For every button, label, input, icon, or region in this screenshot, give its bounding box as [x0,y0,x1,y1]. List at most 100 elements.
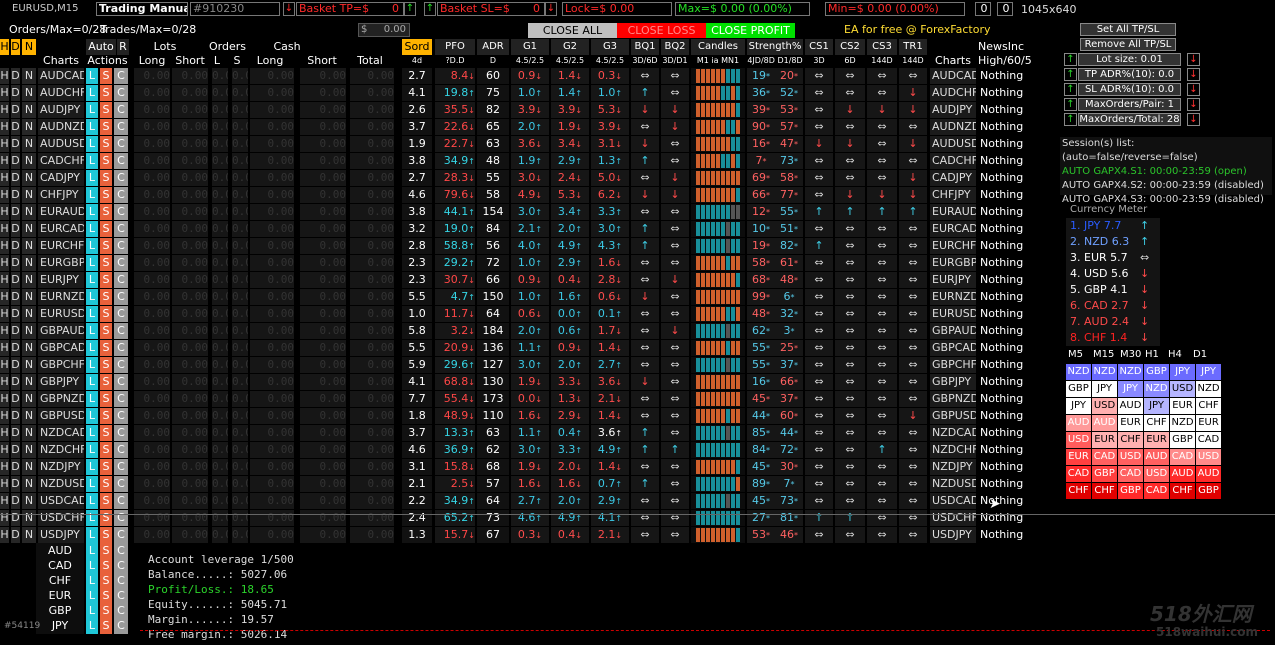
currency-sell-button[interactable]: S [100,603,112,619]
buy-button[interactable]: L [86,102,98,118]
chart-d-button[interactable]: D [11,221,20,237]
currency-sell-button[interactable]: S [100,543,112,559]
close-button[interactable]: C [114,391,128,407]
pair-chart-link-right[interactable]: GBPNZD [930,391,976,407]
close-button[interactable]: C [114,68,128,84]
close-button[interactable]: C [114,493,128,509]
pair-chart-link[interactable]: EURAUD [38,204,84,220]
chart-d-button[interactable]: D [11,289,20,305]
buy-button[interactable]: L [86,459,98,475]
lot-down-icon[interactable]: ↓ [1187,53,1200,66]
chart-n-button[interactable]: N [22,289,36,305]
close-button[interactable]: C [114,459,128,475]
pair-chart-link[interactable]: AUDJPY [38,102,84,118]
buy-button[interactable]: L [86,527,98,543]
chart-n-button[interactable]: N [22,476,36,492]
header-n[interactable]: N [22,39,36,55]
buy-button[interactable]: L [86,85,98,101]
buy-button[interactable]: L [86,323,98,339]
lot-up-icon[interactable]: ↑ [1064,53,1077,66]
chart-n-button[interactable]: N [22,119,36,135]
maxpair-up-icon[interactable]: ↑ [1064,98,1077,111]
buy-button[interactable]: L [86,153,98,169]
chart-n-button[interactable]: N [22,357,36,373]
chart-h-button[interactable]: H [0,170,9,186]
sell-button[interactable]: S [100,374,112,390]
maxtotal-up-icon[interactable]: ↑ [1064,113,1077,126]
maxtotal-down-icon[interactable]: ↓ [1187,113,1200,126]
chart-d-button[interactable]: D [11,408,20,424]
pair-chart-link[interactable]: AUDCAD [38,68,84,84]
basket-tp-down-icon[interactable]: ↓ [283,2,295,16]
chart-n-button[interactable]: N [22,374,36,390]
chart-n-button[interactable]: N [22,510,36,526]
max-orders-total-field[interactable]: MaxOrders/Total: 28 [1078,113,1181,126]
buy-button[interactable]: L [86,357,98,373]
close-button[interactable]: C [114,425,128,441]
chart-d-button[interactable]: D [11,255,20,271]
pair-chart-link[interactable]: GBPJPY [38,374,84,390]
close-button[interactable]: C [114,221,128,237]
chart-h-button[interactable]: H [0,340,9,356]
pair-chart-link[interactable]: GBPUSD [38,408,84,424]
pair-chart-link-right[interactable]: CHFJPY [930,187,976,203]
tp-down-icon[interactable]: ↓ [1187,68,1200,81]
pair-chart-link[interactable]: EURCAD [38,221,84,237]
chart-n-button[interactable]: N [22,238,36,254]
buy-button[interactable]: L [86,306,98,322]
chart-h-button[interactable]: H [0,306,9,322]
chart-n-button[interactable]: N [22,68,36,84]
remove-all-tp-sl-button[interactable]: Remove All TP/SL [1080,38,1176,51]
sell-button[interactable]: S [100,153,112,169]
chart-n-button[interactable]: N [22,493,36,509]
tp-adr-field[interactable]: TP ADR%(10): 0.0 [1078,68,1181,81]
sell-button[interactable]: S [100,221,112,237]
sell-button[interactable]: S [100,527,112,543]
sell-button[interactable]: S [100,391,112,407]
buy-button[interactable]: L [86,204,98,220]
pair-chart-link-right[interactable]: AUDUSD [930,136,976,152]
buy-button[interactable]: L [86,187,98,203]
chart-d-button[interactable]: D [11,357,20,373]
pair-chart-link[interactable]: EURUSD [38,306,84,322]
sell-button[interactable]: S [100,357,112,373]
lot-size-field[interactable]: Lot size: 0.01 [1078,53,1181,66]
sell-button[interactable]: S [100,136,112,152]
close-button[interactable]: C [114,187,128,203]
chart-h-button[interactable]: H [0,68,9,84]
chart-d-button[interactable]: D [11,459,20,475]
chart-d-button[interactable]: D [11,272,20,288]
pair-chart-link-right[interactable]: GBPUSD [930,408,976,424]
pair-chart-link-right[interactable]: EURCAD [930,221,976,237]
currency-buy-button[interactable]: L [86,558,98,574]
chart-h-button[interactable]: H [0,476,9,492]
pair-chart-link-right[interactable]: NZDCHF [930,442,976,458]
buy-button[interactable]: L [86,68,98,84]
buy-button[interactable]: L [86,476,98,492]
sl-adr-field[interactable]: SL ADR%(10): 0.0 [1078,83,1181,96]
buy-button[interactable]: L [86,374,98,390]
pair-chart-link-right[interactable]: EURCHF [930,238,976,254]
chart-d-button[interactable]: D [11,119,20,135]
chart-h-button[interactable]: H [0,442,9,458]
chart-d-button[interactable]: D [11,391,20,407]
header-d[interactable]: D [11,39,20,55]
pair-chart-link-right[interactable]: GBPCHF [930,357,976,373]
pair-chart-link[interactable]: GBPNZD [38,391,84,407]
sell-button[interactable]: S [100,255,112,271]
sell-button[interactable]: S [100,510,112,526]
buy-button[interactable]: L [86,391,98,407]
chart-d-button[interactable]: D [11,476,20,492]
sl-up-icon[interactable]: ↑ [1064,83,1077,96]
pair-chart-link[interactable]: NZDJPY [38,459,84,475]
basket-sl-up-icon[interactable]: ↑ [424,2,436,16]
pair-chart-link-right[interactable]: EURAUD [930,204,976,220]
close-button[interactable]: C [114,510,128,526]
chart-h-button[interactable]: H [0,425,9,441]
chart-n-button[interactable]: N [22,527,36,543]
currency-buy-button[interactable]: L [86,603,98,619]
currency-close-button[interactable]: C [114,618,128,634]
pair-chart-link[interactable]: USDJPY [38,527,84,543]
currency-sell-button[interactable]: S [100,573,112,589]
close-loss-button[interactable]: CLOSE LOSS [617,23,706,38]
